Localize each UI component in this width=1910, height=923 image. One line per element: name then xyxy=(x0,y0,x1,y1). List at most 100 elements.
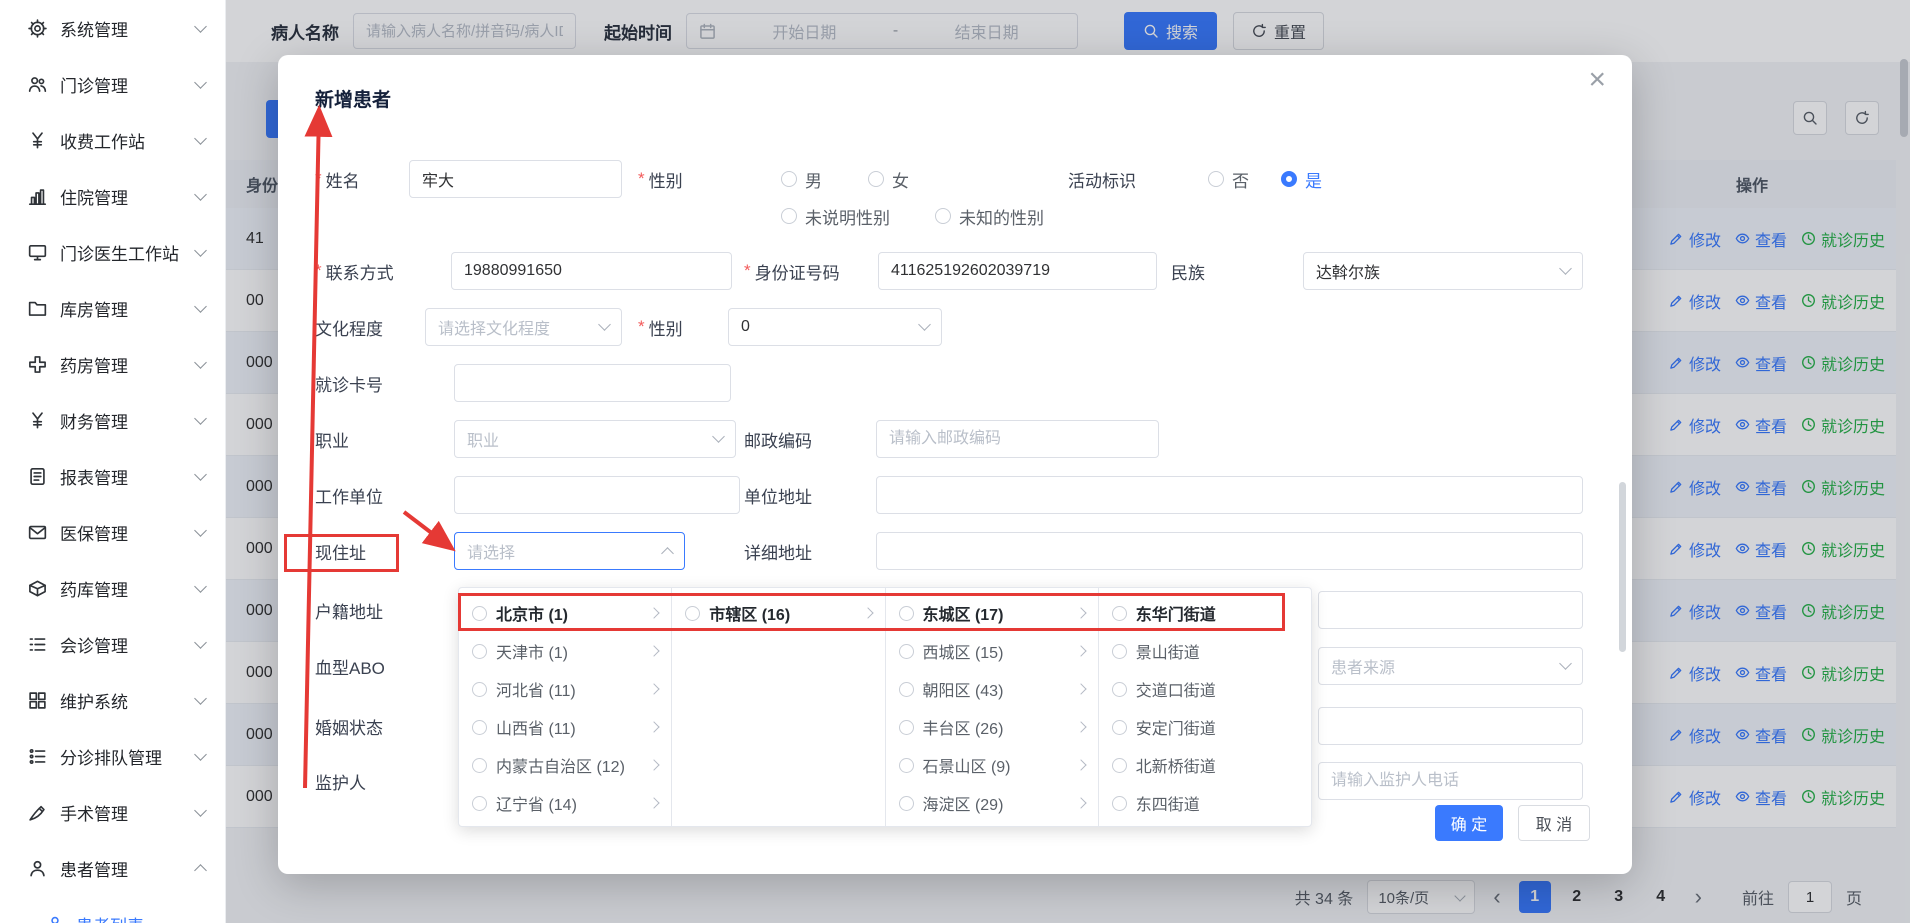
cascader-option[interactable]: 河北省 (11) xyxy=(459,670,671,708)
sidebar-item-warehouse[interactable]: 库房管理 xyxy=(0,280,225,336)
cascader-option[interactable]: 丰台区 (26) xyxy=(886,708,1098,746)
cascader-option[interactable]: 东四街道 xyxy=(1099,784,1311,822)
history-button[interactable]: 就诊历史 xyxy=(1801,289,1885,313)
history-button[interactable]: 就诊历史 xyxy=(1801,661,1885,685)
edit-button[interactable]: 修改 xyxy=(1669,475,1721,499)
goto-page-input[interactable] xyxy=(1788,881,1832,913)
table-refresh-button[interactable] xyxy=(1845,101,1879,135)
history-button[interactable]: 就诊历史 xyxy=(1801,351,1885,375)
name-input[interactable] xyxy=(409,160,622,198)
cascader-option[interactable]: 市辖区 (16) xyxy=(672,594,884,632)
cascader-option[interactable]: 北京市 (1) xyxy=(459,594,671,632)
history-button[interactable]: 就诊历史 xyxy=(1801,227,1885,251)
confirm-button[interactable]: 确 定 xyxy=(1435,805,1503,841)
sidebar-item-surgery[interactable]: 手术管理 xyxy=(0,784,225,840)
sidebar-item-reports[interactable]: 报表管理 xyxy=(0,448,225,504)
view-button[interactable]: 查看 xyxy=(1735,289,1787,313)
edit-button[interactable]: 修改 xyxy=(1669,599,1721,623)
sidebar-item-patient-management[interactable]: 患者管理 xyxy=(0,840,225,896)
education-select[interactable]: 请选择文化程度 xyxy=(425,308,622,346)
table-search-button[interactable] xyxy=(1793,101,1827,135)
marital-status-input[interactable] xyxy=(1318,707,1583,745)
patient-name-input[interactable] xyxy=(353,13,576,49)
cascader-option[interactable]: 安定门街道 xyxy=(1099,708,1311,746)
sidebar-item-doctor-workstation[interactable]: 门诊医生工作站 xyxy=(0,224,225,280)
cascader-option[interactable]: 西城区 (15) xyxy=(886,632,1098,670)
cascader-option[interactable]: 朝阳区 (43) xyxy=(886,670,1098,708)
close-icon[interactable]: × xyxy=(1588,65,1606,95)
view-button[interactable]: 查看 xyxy=(1735,537,1787,561)
id-number-input[interactable] xyxy=(878,252,1157,290)
reset-button[interactable]: 重置 xyxy=(1233,12,1324,50)
postal-code-input[interactable] xyxy=(876,420,1159,458)
page-size-select[interactable]: 10条/页 xyxy=(1367,880,1475,914)
view-button[interactable]: 查看 xyxy=(1735,723,1787,747)
prev-page-button[interactable]: ‹ xyxy=(1489,886,1504,908)
history-button[interactable]: 就诊历史 xyxy=(1801,537,1885,561)
view-button[interactable]: 查看 xyxy=(1735,661,1787,685)
cascader-option[interactable]: 东城区 (17) xyxy=(886,594,1098,632)
view-button[interactable]: 查看 xyxy=(1735,351,1787,375)
next-page-button[interactable]: › xyxy=(1691,886,1706,908)
radio-option-unstated[interactable]: 未说明性别 xyxy=(781,204,890,229)
current-address-select[interactable]: 请选择 xyxy=(454,532,685,570)
cancel-button[interactable]: 取 消 xyxy=(1518,805,1590,841)
radio-option-no[interactable]: 否 xyxy=(1208,167,1249,192)
edit-button[interactable]: 修改 xyxy=(1669,413,1721,437)
sidebar-item-patient-list[interactable]: 患者列表 xyxy=(0,896,225,923)
edit-button[interactable]: 修改 xyxy=(1669,227,1721,251)
gender-code-select[interactable]: 0 xyxy=(728,308,942,346)
edit-button[interactable]: 修改 xyxy=(1669,785,1721,809)
sidebar-item-finance[interactable]: 财务管理 xyxy=(0,392,225,448)
cascader-option[interactable]: 海淀区 (29) xyxy=(886,784,1098,822)
sidebar-item-pharmacy[interactable]: 药房管理 xyxy=(0,336,225,392)
guardian-phone-input[interactable] xyxy=(1318,762,1583,800)
sidebar-item-drug-storage[interactable]: 药库管理 xyxy=(0,560,225,616)
history-button[interactable]: 就诊历史 xyxy=(1801,599,1885,623)
page-number-2[interactable]: 2 xyxy=(1561,881,1593,913)
edit-button[interactable]: 修改 xyxy=(1669,537,1721,561)
unit-address-input[interactable] xyxy=(876,476,1583,514)
page-scrollbar[interactable] xyxy=(1900,59,1908,137)
contact-input[interactable] xyxy=(451,252,732,290)
cascader-option[interactable]: 山西省 (11) xyxy=(459,708,671,746)
edit-button[interactable]: 修改 xyxy=(1669,289,1721,313)
view-button[interactable]: 查看 xyxy=(1735,413,1787,437)
modal-scrollbar[interactable] xyxy=(1619,482,1626,652)
cascader-option[interactable]: 内蒙古自治区 (12) xyxy=(459,746,671,784)
cascader-option[interactable]: 天津市 (1) xyxy=(459,632,671,670)
view-button[interactable]: 查看 xyxy=(1735,599,1787,623)
page-number-1[interactable]: 1 xyxy=(1519,881,1551,913)
visit-card-input[interactable] xyxy=(454,364,731,402)
edit-button[interactable]: 修改 xyxy=(1669,661,1721,685)
history-button[interactable]: 就诊历史 xyxy=(1801,413,1885,437)
radio-option-unknown[interactable]: 未知的性别 xyxy=(935,204,1044,229)
cascader-option[interactable]: 交道口街道 xyxy=(1099,670,1311,708)
work-unit-input[interactable] xyxy=(454,476,740,514)
sidebar-item-inpatient[interactable]: 住院管理 xyxy=(0,168,225,224)
ethnicity-select[interactable]: 达斡尔族 xyxy=(1303,252,1583,290)
cascader-option[interactable]: 北新桥街道 xyxy=(1099,746,1311,784)
cascader-option[interactable]: 辽宁省 (14) xyxy=(459,784,671,822)
search-button[interactable]: 搜索 xyxy=(1124,12,1217,50)
page-number-4[interactable]: 4 xyxy=(1645,881,1677,913)
sidebar-item-system[interactable]: 系统管理 xyxy=(0,0,225,56)
page-number-3[interactable]: 3 xyxy=(1603,881,1635,913)
sidebar-item-consultation[interactable]: 会诊管理 xyxy=(0,616,225,672)
history-button[interactable]: 就诊历史 xyxy=(1801,723,1885,747)
sidebar-item-triage-queue[interactable]: 分诊排队管理 xyxy=(0,728,225,784)
household-address-input[interactable] xyxy=(1318,591,1583,629)
cascader-option[interactable]: 景山街道 xyxy=(1099,632,1311,670)
sidebar-item-maintenance[interactable]: 维护系统 xyxy=(0,672,225,728)
radio-option-yes-selected[interactable]: 是 xyxy=(1281,167,1322,192)
sidebar-item-charging-station[interactable]: 收费工作站 xyxy=(0,112,225,168)
sidebar-item-outpatient[interactable]: 门诊管理 xyxy=(0,56,225,112)
edit-button[interactable]: 修改 xyxy=(1669,723,1721,747)
history-button[interactable]: 就诊历史 xyxy=(1801,785,1885,809)
detail-address-input[interactable] xyxy=(876,532,1583,570)
history-button[interactable]: 就诊历史 xyxy=(1801,475,1885,499)
cascader-option[interactable]: 东华门街道 xyxy=(1099,594,1311,632)
radio-option-male[interactable]: 男 xyxy=(781,167,822,192)
radio-option-female[interactable]: 女 xyxy=(868,167,909,192)
sidebar-item-insurance[interactable]: 医保管理 xyxy=(0,504,225,560)
